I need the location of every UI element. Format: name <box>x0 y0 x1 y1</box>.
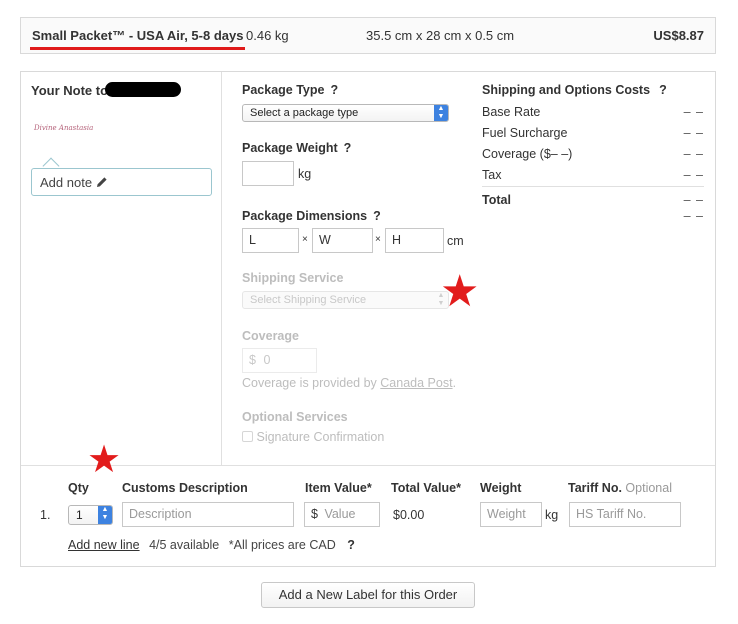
add-new-line-link[interactable]: Add new line <box>68 538 140 552</box>
shipping-service-value: Select Shipping Service <box>250 294 367 306</box>
add-new-label-button[interactable]: Add a New Label for this Order <box>261 582 475 608</box>
cost-total-row: Total – – <box>482 193 704 207</box>
item-value-input[interactable]: $ Value <box>304 502 380 527</box>
dimension-unit: cm <box>447 234 464 248</box>
package-dimensions-label: Package Dimensions? <box>242 209 381 223</box>
select-arrows-icon: ▲ ▼ <box>434 105 448 121</box>
package-weight-input[interactable] <box>242 161 294 186</box>
package-type-value: Select a package type <box>250 107 359 119</box>
service-name: Small Packet™ - USA Air, 5-8 days <box>32 28 244 43</box>
redacted-recipient <box>105 82 181 97</box>
selected-service-bar: Small Packet™ - USA Air, 5-8 days 0.46 k… <box>20 17 716 54</box>
row-index: 1. <box>40 508 51 522</box>
customs-footer: Add new line 4/5 available *All prices a… <box>68 538 355 552</box>
shipping-service-label: Shipping Service <box>242 271 344 285</box>
coverage-note: Coverage is provided by Canada Post. <box>242 376 457 390</box>
qty-value: 1 <box>76 508 83 522</box>
help-icon[interactable]: ? <box>344 141 352 155</box>
help-icon[interactable]: ? <box>659 83 667 97</box>
coverage-value: 0 <box>263 353 271 367</box>
total-value-header: Total Value* <box>391 481 461 495</box>
service-price: US$8.87 <box>653 28 704 43</box>
costs-title: Shipping and Options Costs? <box>482 83 667 97</box>
signature-label: Signature Confirmation <box>256 430 385 444</box>
help-icon[interactable]: ? <box>347 538 355 552</box>
label-card: Your Note to Divine Anastasia Add note P… <box>20 71 716 567</box>
cost-row: Base Rate – – <box>482 105 704 119</box>
qty-select[interactable]: 1 ▲ ▼ <box>68 505 113 525</box>
optional-services-label: Optional Services <box>242 410 348 424</box>
canada-post-link[interactable]: Canada Post <box>380 376 452 390</box>
add-note-button[interactable]: Add note <box>31 168 212 196</box>
customs-description-input[interactable]: Description <box>122 502 294 527</box>
row-total-value: $0.00 <box>393 508 425 522</box>
package-weight-label: Package Weight? <box>242 141 352 155</box>
section-divider <box>21 465 715 466</box>
item-value-header: Item Value* <box>305 481 372 495</box>
service-name-underline <box>30 47 245 50</box>
length-input[interactable]: L <box>242 228 299 253</box>
item-weight-input[interactable]: Weight <box>480 502 542 527</box>
tariff-number-input[interactable]: HS Tariff No. <box>569 502 681 527</box>
select-arrows-icon: ▲ ▼ <box>98 506 112 524</box>
package-type-label: Package Type? <box>242 83 339 97</box>
qty-header: Qty <box>68 481 89 495</box>
service-dimensions: 35.5 cm x 28 cm x 0.5 cm <box>366 28 515 43</box>
coverage-label: Coverage <box>242 329 299 343</box>
shop-logo: Divine Anastasia <box>34 124 94 132</box>
shipping-service-select[interactable]: Select Shipping Service ▲ ▼ <box>242 291 449 309</box>
note-column: Your Note to Divine Anastasia Add note <box>21 72 222 465</box>
height-input[interactable]: H <box>385 228 444 253</box>
add-note-label: Add note <box>40 175 93 190</box>
description-header: Customs Description <box>122 481 248 495</box>
note-title: Your Note to <box>31 83 109 98</box>
dimension-separator: × <box>302 234 308 245</box>
width-input[interactable]: W <box>312 228 373 253</box>
annotation-star-icon: ★ <box>87 439 122 481</box>
annotation-star-icon: ★ <box>440 267 480 316</box>
tariff-header: Tariff No. Optional <box>568 481 672 495</box>
prices-note: *All prices are CAD <box>228 538 336 552</box>
weight-unit: kg <box>298 167 312 181</box>
cost-row: Tax – – <box>482 168 704 182</box>
package-type-select[interactable]: Select a package type ▲ ▼ <box>242 104 449 122</box>
help-icon[interactable]: ? <box>373 209 381 223</box>
dimension-separator: × <box>375 234 381 245</box>
costs-divider <box>482 186 704 187</box>
cost-row: Coverage ($– –) – – <box>482 147 704 161</box>
cost-row: Fuel Surcharge – – <box>482 126 704 140</box>
coverage-input[interactable]: $ 0 <box>242 348 317 373</box>
signature-checkbox[interactable] <box>242 431 253 442</box>
coverage-currency: $ <box>249 353 256 367</box>
signature-confirmation-option[interactable]: Signature Confirmation <box>242 430 384 444</box>
weight-header: Weight <box>480 481 522 495</box>
pencil-icon <box>96 175 108 190</box>
service-weight: 0.46 kg <box>246 28 289 43</box>
help-icon[interactable]: ? <box>330 83 338 97</box>
lines-available: 4/5 available <box>149 538 220 552</box>
item-weight-unit: kg <box>545 508 559 522</box>
